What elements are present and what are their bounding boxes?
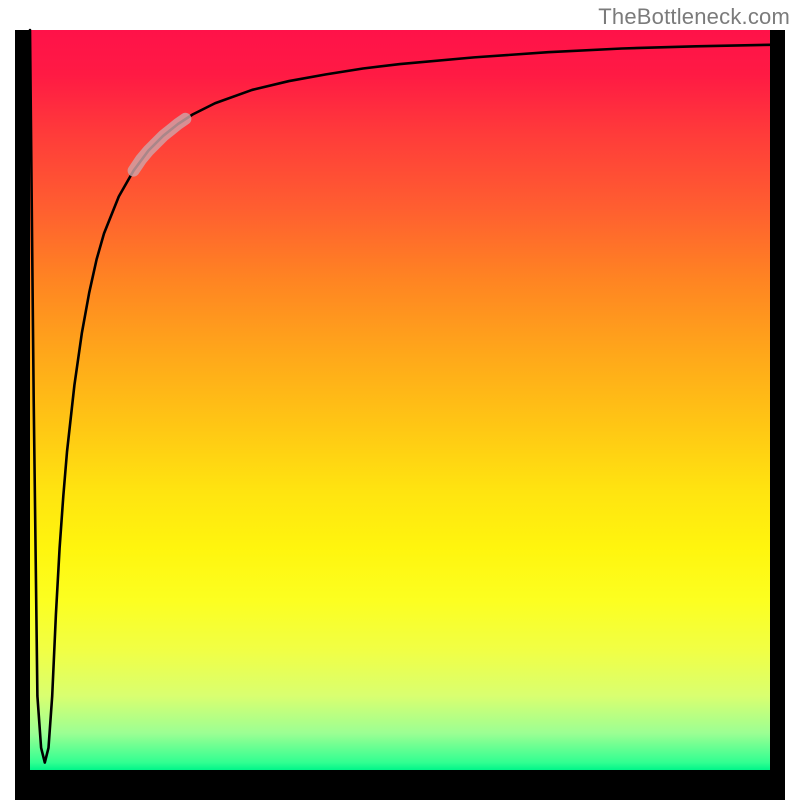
highlight-segment (134, 119, 186, 171)
chart-container: TheBottleneck.com (0, 0, 800, 800)
gradient-background (30, 30, 770, 770)
curve-svg (30, 30, 770, 770)
bottleneck-curve (30, 30, 770, 763)
watermark-text: TheBottleneck.com (598, 4, 790, 30)
